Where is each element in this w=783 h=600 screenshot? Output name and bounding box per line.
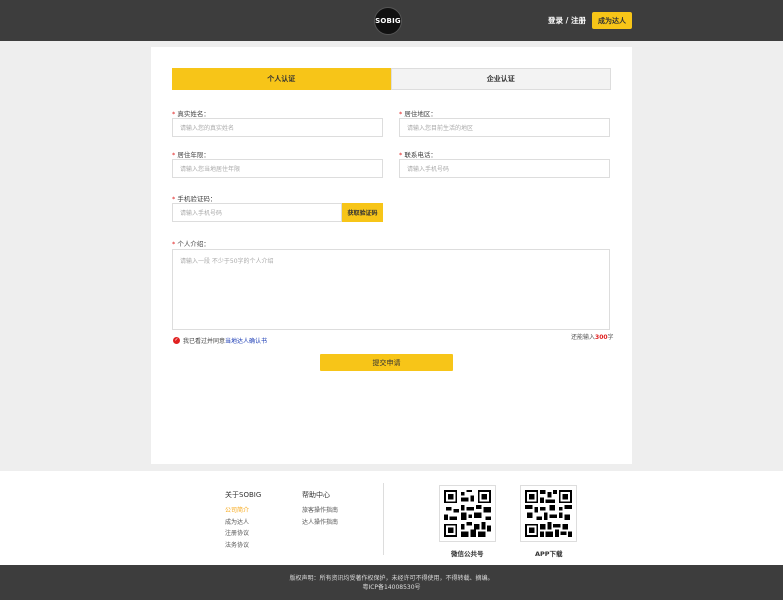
real-name-label: * 真实姓名： [172,110,210,118]
tab-personal[interactable]: 个人认证 [172,68,391,90]
years-input[interactable]: 请输入您当地居住年限 [172,159,383,178]
required-mark: * [399,151,403,159]
tab-enterprise[interactable]: 企业认证 [390,68,611,90]
top-header: SOBIG 登录 / 注册 成为达人 [0,0,783,41]
certification-tabs: 个人认证 企业认证 [172,68,611,90]
region-label: * 居住地区： [399,110,437,118]
footer-link[interactable]: 旅客操作指南 [302,505,338,514]
footer-link[interactable]: 达人操作指南 [302,517,338,526]
app-download-qr-icon [520,485,577,542]
copyright-bar: 版权声明：所有资讯均受著作权保护，未经许可不得使用，不得转载、摘编。 粤ICP备… [0,565,783,600]
real-name-input[interactable]: 请输入您的真实姓名 [172,118,383,137]
agreement-link[interactable]: 当地达人确认书 [225,336,267,345]
intro-label: * 个人介绍： [172,240,210,248]
wechat-qr-label: 微信公共号 [451,550,484,558]
phone-label: * 联系电话： [399,151,437,159]
intro-textarea[interactable]: 请输入一段 不少于50字的个人介绍 [172,249,610,330]
sms-code-label: * 手机验证码： [172,195,217,203]
required-mark: * [172,240,176,248]
app-download-label: APP下载 [535,550,563,558]
wechat-qr-icon [439,485,496,542]
char-counter: 还能输入300字 [571,334,614,341]
footer-help-title: 帮助中心 [302,491,330,499]
footer-about-title: 关于SOBIG [225,491,262,499]
login-register-link[interactable]: 登录 / 注册 [548,15,586,26]
required-mark: * [172,110,176,118]
footer-help: 帮助中心 旅客操作指南 达人操作指南 [302,490,338,528]
become-talent-button[interactable]: 成为达人 [592,12,632,29]
region-input[interactable]: 请输入您目前生活的地区 [399,118,610,137]
check-icon[interactable]: ✓ [173,337,180,344]
footer-about: 关于SOBIG 公司简介 成为达人 注册协议 法务协议 [225,490,261,551]
certification-panel: 个人认证 企业认证 * 真实姓名： 请输入您的真实姓名 * 居住地区： 请输入您… [151,47,632,464]
phone-input[interactable]: 请输入手机号码 [399,159,610,178]
sobig-logo[interactable]: SOBIG [374,7,402,35]
footer-link[interactable]: 成为达人 [225,517,261,526]
required-mark: * [399,110,403,118]
copyright-text: 版权声明：所有资讯均受著作权保护，未经许可不得使用，不得转载、摘编。 [289,575,494,582]
get-code-button[interactable]: 获取验证码 [342,203,383,222]
agreement-row: ✓ 我已看过并同意 当地达人确认书 [173,336,268,345]
required-mark: * [172,195,176,203]
footer-link[interactable]: 公司简介 [225,505,261,514]
submit-button[interactable]: 提交申请 [320,354,453,371]
sms-phone-input[interactable]: 请输入手机号码 [172,203,342,222]
icp-text: 粤ICP备14008530号 [362,584,421,591]
footer-divider [383,483,384,555]
years-label: * 居住年限： [172,151,210,159]
required-mark: * [172,151,176,159]
footer-link[interactable]: 法务协议 [225,540,261,549]
footer-link[interactable]: 注册协议 [225,528,261,537]
footer: 关于SOBIG 公司简介 成为达人 注册协议 法务协议 帮助中心 旅客操作指南 … [0,471,783,565]
